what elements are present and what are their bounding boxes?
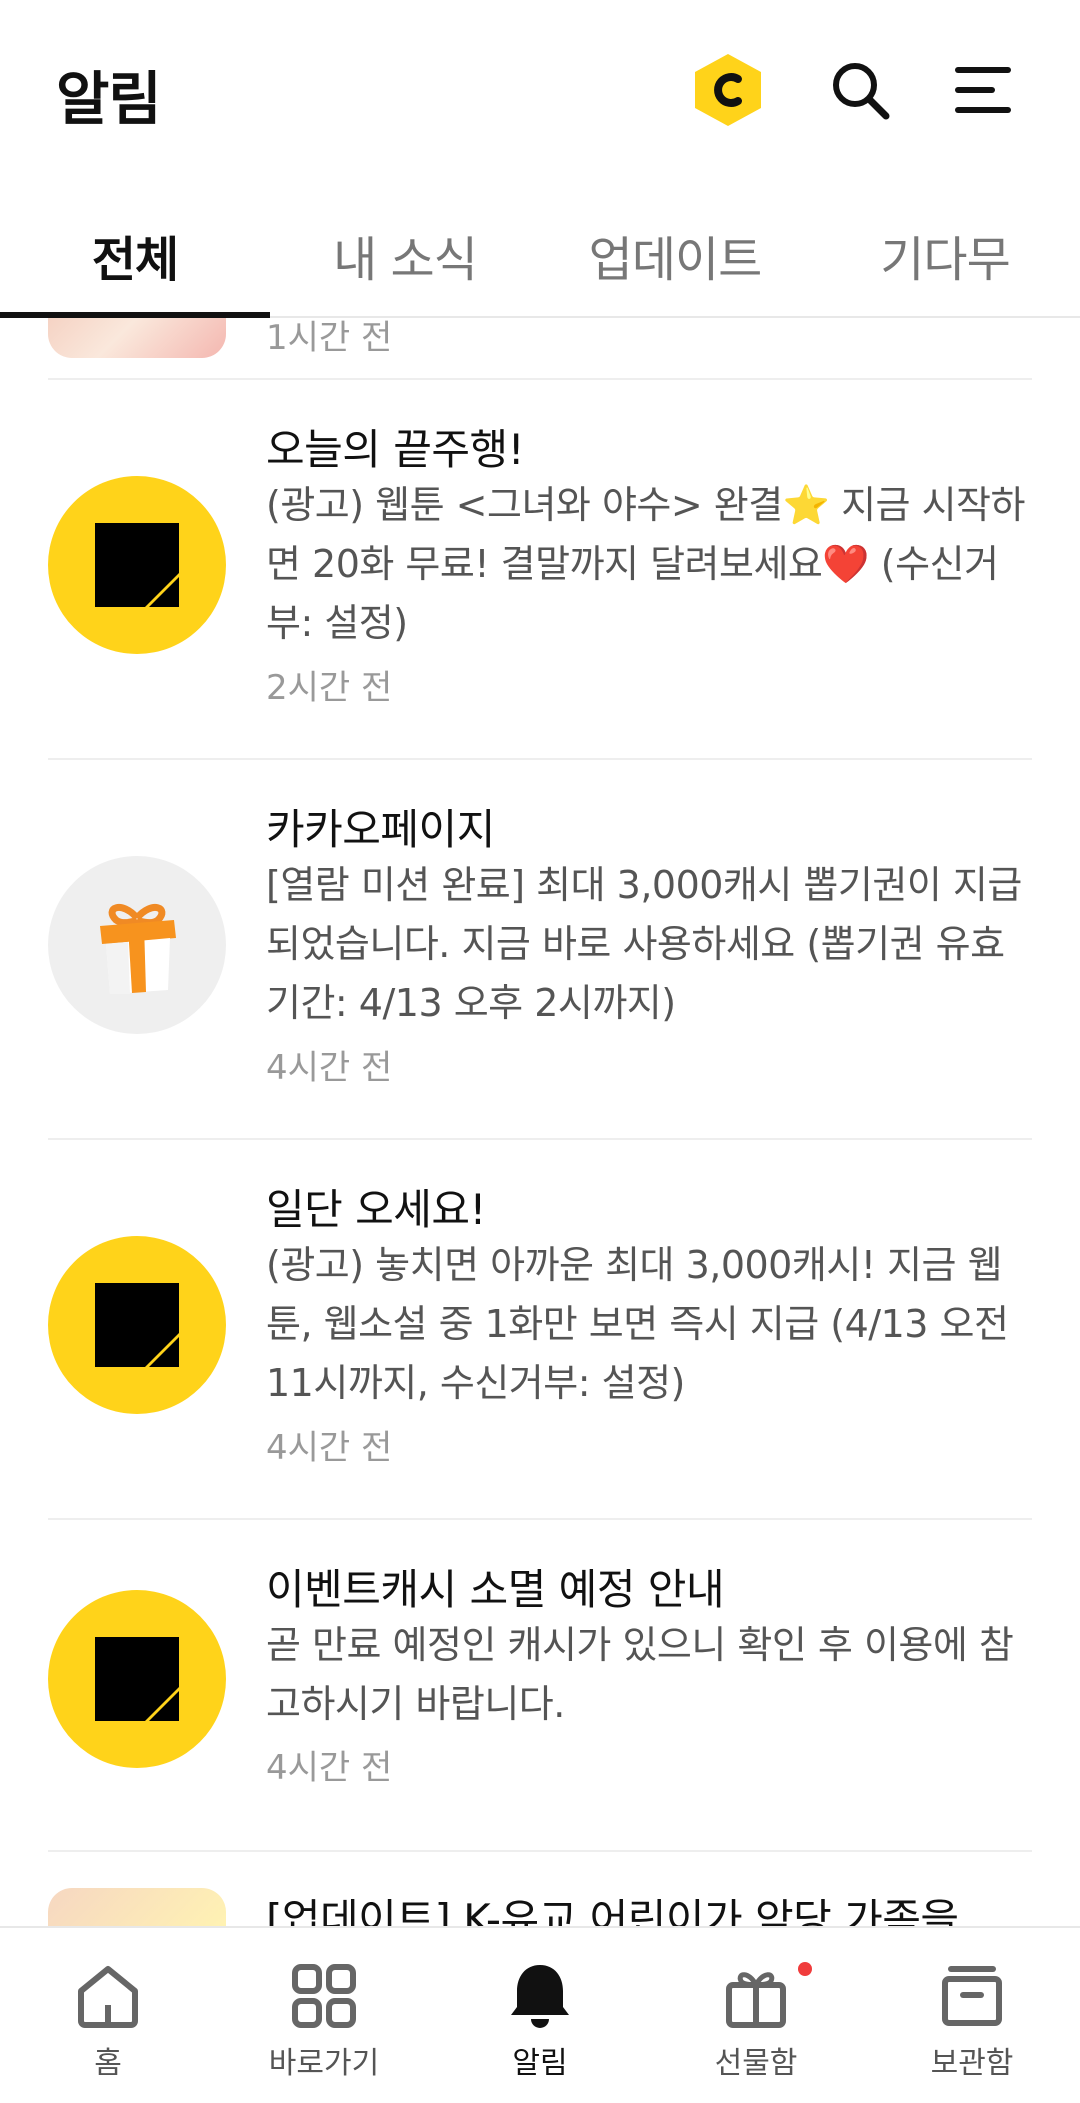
notification-item[interactable]: 일단 오세요! (광고) 놓치면 아까운 최대 3,000캐시! 지금 웹툰, … xyxy=(0,1140,1080,1518)
nav-notifications[interactable]: 알림 xyxy=(432,1928,648,2103)
kakaopage-logo-icon xyxy=(95,1283,179,1367)
notification-item[interactable]: 카카오페이지 [열람 미션 완료] 최대 3,000캐시 뽑기권이 지급되었습니… xyxy=(0,760,1080,1138)
notification-body: (광고) 웹툰 <그녀와 야수> 완결⭐ 지금 시작하면 20화 무료! 결말까… xyxy=(266,483,1025,645)
tab-bar: 전체 내 소식 업데이트 기다무 xyxy=(0,200,1080,318)
notification-title: 오늘의 끝주행! xyxy=(266,425,525,474)
gift-icon xyxy=(716,1956,796,2036)
notification-time: 4시간 전 xyxy=(266,1428,393,1468)
search-button[interactable] xyxy=(820,50,900,130)
tab-updates[interactable]: 업데이트 xyxy=(540,220,810,290)
cash-button[interactable] xyxy=(688,50,768,130)
notification-thumbnail[interactable] xyxy=(48,1888,226,1926)
tab-my-news[interactable]: 내 소식 xyxy=(270,220,540,290)
notification-time: 4시간 전 xyxy=(266,1748,393,1788)
notification-item[interactable]: 오늘의 끝주행! (광고) 웹툰 <그녀와 야수> 완결⭐ 지금 시작하면 20… xyxy=(0,380,1080,758)
kakaopage-logo-icon xyxy=(95,1637,179,1721)
gift-box-icon xyxy=(100,904,176,994)
tab-all[interactable]: 전체 xyxy=(0,220,270,290)
notification-list[interactable]: 1시간 전 오늘의 끝주행! (광고) 웹툰 <그녀와 야수> 완결⭐ 지금 시… xyxy=(0,318,1080,1926)
notification-title[interactable]: [업데이트] K-유교 어린이가 악당 가족을 xyxy=(266,1886,959,1926)
notification-thumbnail[interactable] xyxy=(48,318,226,358)
notification-avatar xyxy=(48,1236,226,1414)
nav-home[interactable]: 홈 xyxy=(0,1928,216,2103)
nav-label: 보관함 xyxy=(930,2046,1014,2081)
notification-time: 1시간 전 xyxy=(266,318,393,358)
home-icon xyxy=(68,1956,148,2036)
notification-title: 일단 오세요! xyxy=(266,1185,486,1234)
notification-body: [열람 미션 완료] 최대 3,000캐시 뽑기권이 지급되었습니다. 지금 바… xyxy=(266,863,1022,1025)
menu-button[interactable] xyxy=(944,50,1024,130)
divider xyxy=(48,1850,1032,1852)
notification-dot xyxy=(798,1962,812,1976)
page-title: 알림 xyxy=(56,65,162,133)
nav-label: 선물함 xyxy=(714,2046,798,2081)
search-icon xyxy=(833,63,890,120)
nav-label: 홈 xyxy=(94,2046,122,2081)
notification-body: 곧 만료 예정인 캐시가 있으니 확인 후 이용에 참고하시기 바랍니다. xyxy=(266,1623,1014,1726)
notification-item[interactable]: 이벤트캐시 소멸 예정 안내 곧 만료 예정인 캐시가 있으니 확인 후 이용에… xyxy=(0,1520,1080,1850)
nav-label: 바로가기 xyxy=(268,2046,380,2081)
notification-body: (광고) 놓치면 아까운 최대 3,000캐시! 지금 웹툰, 웹소설 중 1화… xyxy=(266,1243,1009,1405)
bell-icon xyxy=(500,1956,580,2036)
notification-time: 4시간 전 xyxy=(266,1048,393,1088)
archive-box-icon xyxy=(932,1956,1012,2036)
grid-icon xyxy=(284,1956,364,2036)
nav-gift-box[interactable]: 선물함 xyxy=(648,1928,864,2103)
menu-icon xyxy=(955,67,1011,113)
notification-avatar xyxy=(48,856,226,1034)
nav-label: 알림 xyxy=(512,2046,568,2081)
kakaopage-logo-icon xyxy=(95,523,179,607)
notification-avatar xyxy=(48,476,226,654)
cash-coin-icon xyxy=(695,54,761,126)
notification-time: 2시간 전 xyxy=(266,668,393,708)
tab-wait-free[interactable]: 기다무 xyxy=(810,220,1080,290)
nav-shortcuts[interactable]: 바로가기 xyxy=(216,1928,432,2103)
bottom-nav: 홈 바로가기 알림 선물함 보관함 xyxy=(0,1926,1080,2103)
notification-title: 이벤트캐시 소멸 예정 안내 xyxy=(266,1565,725,1614)
notification-avatar xyxy=(48,1590,226,1768)
notification-title: 카카오페이지 xyxy=(266,805,495,854)
app-header: 알림 xyxy=(0,0,1080,180)
nav-library[interactable]: 보관함 xyxy=(864,1928,1080,2103)
